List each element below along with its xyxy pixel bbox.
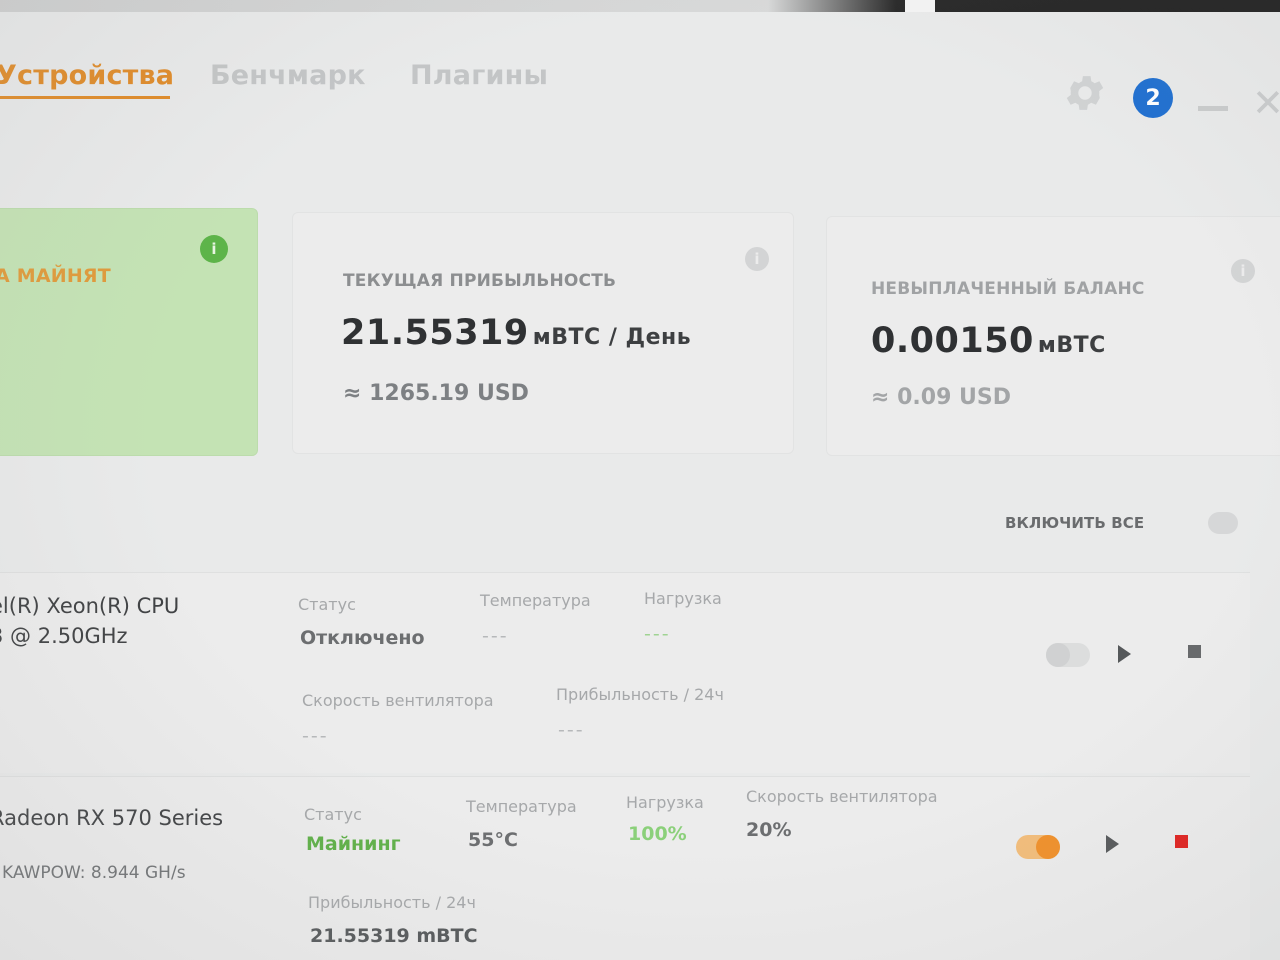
load-label: Нагрузка xyxy=(626,793,704,812)
profitability-card: i ТЕКУЩАЯ ПРИБЫЛЬНОСТЬ 21.55319 мBTC / Де… xyxy=(292,212,794,454)
mining-card-label: А МАЙНЯТ xyxy=(0,265,111,287)
fan-speed-label: Скорость вентилятора xyxy=(302,691,494,710)
gear-icon[interactable] xyxy=(1062,70,1108,116)
device-name-line: el(R) Xeon(R) CPU xyxy=(0,594,180,618)
profitability-fiat: ≈ 1265.19 USD xyxy=(343,381,529,406)
info-icon[interactable]: i xyxy=(1231,259,1255,283)
profitability-label: ТЕКУЩАЯ ПРИБЫЛЬНОСТЬ xyxy=(343,271,617,291)
play-icon[interactable] xyxy=(1118,645,1131,663)
load-value: 100% xyxy=(628,823,687,845)
play-icon[interactable] xyxy=(1106,835,1119,853)
temperature-label: Температура xyxy=(480,591,591,610)
device-row: Radeon RX 570 Series KAWPOW: 8.944 GH/s … xyxy=(0,776,1250,960)
tab-plugins[interactable]: Плагины xyxy=(410,60,548,91)
tab-devices[interactable]: Устройства xyxy=(0,60,174,99)
enable-all-label: ВКЛЮЧИТЬ ВСЕ xyxy=(1005,514,1145,532)
monitor-bezel xyxy=(0,0,1280,12)
fan-speed-value: --- xyxy=(302,725,329,747)
mining-status-card: i А МАЙНЯТ xyxy=(0,208,258,456)
device-name-line: 3 @ 2.50GHz xyxy=(0,624,128,648)
stop-icon[interactable] xyxy=(1175,835,1188,848)
device-enable-toggle[interactable] xyxy=(1016,835,1060,859)
status-value: Отключено xyxy=(300,627,425,649)
notification-badge[interactable]: 2 xyxy=(1133,78,1173,118)
bezel-highlight xyxy=(905,0,935,12)
load-label: Нагрузка xyxy=(644,589,722,608)
profitability-number: 21.55319 xyxy=(341,313,529,353)
minimize-icon[interactable] xyxy=(1198,106,1228,111)
tab-benchmark[interactable]: Бенчмарк xyxy=(210,60,366,91)
profit-24h-label: Прибыльность / 24ч xyxy=(556,685,724,704)
status-label: Статус xyxy=(298,595,356,614)
profitability-value: 21.55319 мBTC / День xyxy=(341,313,691,353)
close-icon[interactable]: ✕ xyxy=(1252,84,1280,122)
info-icon[interactable]: i xyxy=(200,235,228,263)
unpaid-balance-card: i НЕВЫПЛАЧЕННЫЙ БАЛАНС 0.00150 мBTC ≈ 0.0… xyxy=(826,216,1280,456)
profit-24h-value: 21.55319 mBTC xyxy=(310,925,478,947)
balance-value: 0.00150 мBTC xyxy=(871,321,1106,361)
load-value: --- xyxy=(644,623,671,645)
toggle-knob xyxy=(1036,835,1060,859)
device-row: el(R) Xeon(R) CPU 3 @ 2.50GHz Статус Отк… xyxy=(0,572,1250,773)
device-algorithm-hashrate: KAWPOW: 8.944 GH/s xyxy=(2,863,186,883)
profit-24h-label: Прибыльность / 24ч xyxy=(308,893,476,912)
fan-speed-value: 20% xyxy=(746,819,792,841)
balance-number: 0.00150 xyxy=(871,321,1034,361)
info-icon[interactable]: i xyxy=(745,247,769,271)
balance-unit: мBTC xyxy=(1037,333,1106,358)
device-enable-toggle[interactable] xyxy=(1046,643,1090,667)
status-label: Статус xyxy=(304,805,362,824)
balance-label: НЕВЫПЛАЧЕННЫЙ БАЛАНС xyxy=(871,279,1145,299)
temperature-label: Температура xyxy=(466,797,577,816)
stop-icon[interactable] xyxy=(1188,645,1201,658)
toggle-knob xyxy=(1046,643,1070,667)
fan-speed-label: Скорость вентилятора xyxy=(746,787,938,806)
device-name: el(R) Xeon(R) CPU 3 @ 2.50GHz xyxy=(0,591,230,651)
balance-fiat: ≈ 0.09 USD xyxy=(871,385,1012,410)
status-value: Майнинг xyxy=(306,833,401,855)
temperature-value: --- xyxy=(482,625,509,647)
enable-all-toggle[interactable] xyxy=(1208,512,1238,534)
profitability-unit: мBTC / День xyxy=(532,325,692,350)
profit-24h-value: --- xyxy=(558,719,585,741)
device-name: Radeon RX 570 Series xyxy=(0,806,224,830)
temperature-value: 55°C xyxy=(468,829,518,851)
